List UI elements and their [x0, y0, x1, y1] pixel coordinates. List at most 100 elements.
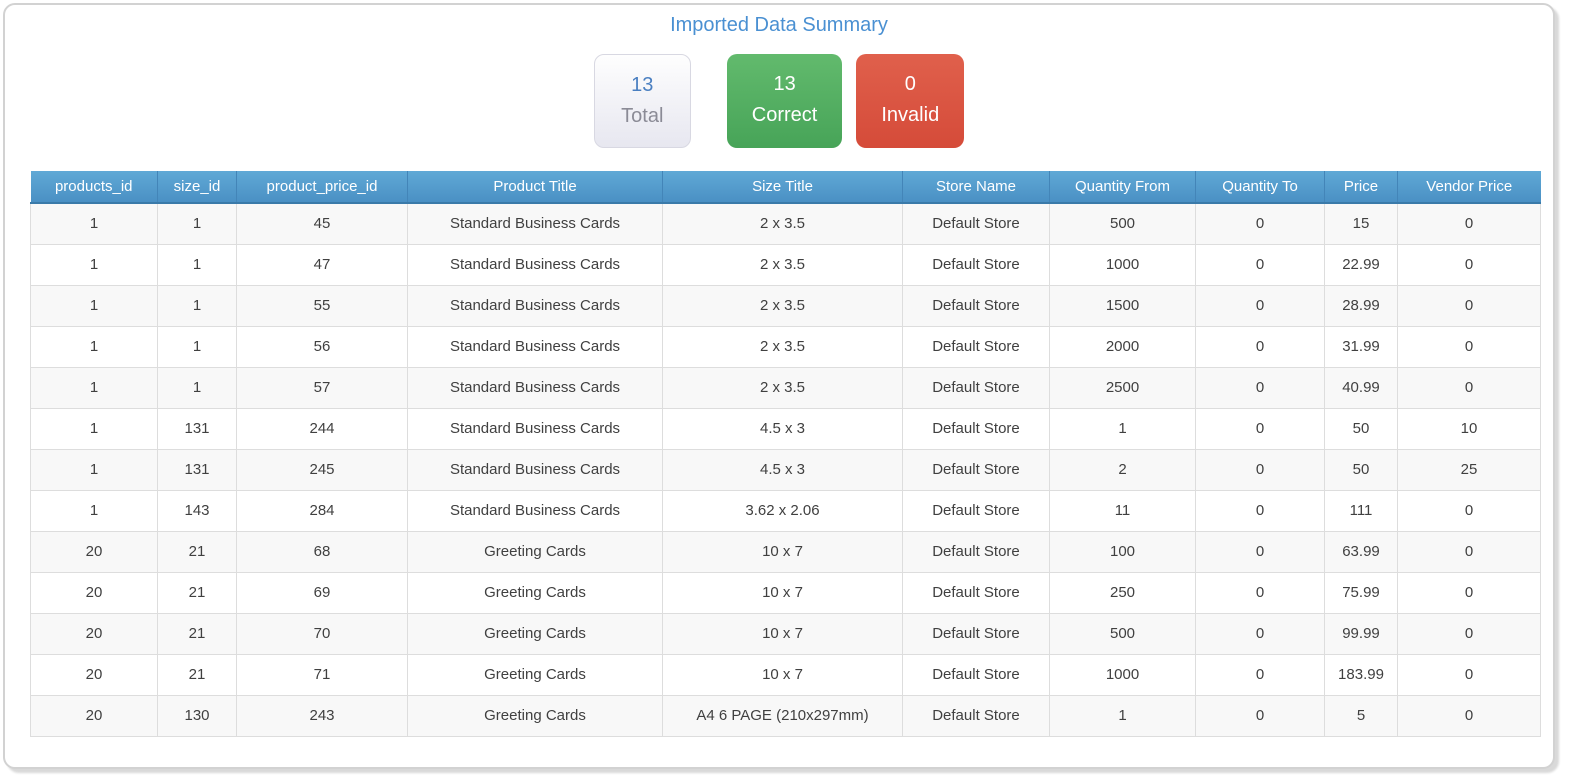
table-cell: 0: [1195, 202, 1325, 245]
table-cell: 1: [157, 367, 237, 409]
table-cell: 0: [1195, 490, 1325, 532]
table-cell: Standard Business Cards: [407, 490, 663, 532]
table-cell: 21: [157, 613, 237, 655]
table-cell: 130: [157, 695, 237, 737]
table-cell: 0: [1397, 613, 1541, 655]
table-cell: 1: [157, 202, 237, 245]
table-cell: 21: [157, 572, 237, 614]
table-cell: Default Store: [902, 572, 1050, 614]
table-cell: 50: [1324, 408, 1398, 450]
table-cell: Default Store: [902, 408, 1050, 450]
table-cell: 1: [30, 408, 158, 450]
table-cell: 5: [1324, 695, 1398, 737]
table-cell: Default Store: [902, 244, 1050, 286]
table-cell: Default Store: [902, 449, 1050, 491]
table-cell: 68: [236, 531, 408, 573]
invalid-label: Invalid: [881, 104, 940, 126]
table-cell: 56: [236, 326, 408, 368]
table-cell: 20: [30, 613, 158, 655]
total-label: Total: [621, 105, 664, 127]
table-row: 1 131 244 Standard Business Cards 4.5 x 3 Def…: [30, 408, 1541, 450]
table-row: 1 1 45 Standard Business Cards 2 x 3.5 Defaul…: [30, 202, 1541, 245]
table-row: 1 1 47 Standard Business Cards 2 x 3.5 Defaul…: [30, 244, 1541, 286]
table-cell: 1500: [1049, 285, 1196, 327]
correct-label: Correct: [751, 104, 818, 126]
table-cell: 0: [1397, 285, 1541, 327]
table-cell: 131: [157, 449, 237, 491]
table-cell: 70: [236, 613, 408, 655]
table-cell: Greeting Cards: [407, 572, 663, 614]
table-cell: 57: [236, 367, 408, 409]
table-cell: 1: [1049, 695, 1196, 737]
table-cell: 69: [236, 572, 408, 614]
table-cell: Greeting Cards: [407, 695, 663, 737]
table-cell: 0: [1195, 326, 1325, 368]
table-cell: 21: [157, 654, 237, 696]
table-cell: 244: [236, 408, 408, 450]
table-cell: 4.5 x 3: [662, 408, 903, 450]
table-cell: Default Store: [902, 367, 1050, 409]
correct-count: 13: [773, 73, 796, 95]
table-cell: 0: [1397, 244, 1541, 286]
table-row: 1 1 56 Standard Business Cards 2 x 3.5 Defaul…: [30, 326, 1541, 368]
invalid-count: 0: [904, 73, 916, 95]
column-header: size_id: [157, 171, 237, 204]
table-cell: 0: [1397, 572, 1541, 614]
table-cell: 1: [30, 285, 158, 327]
table-cell: 50: [1324, 449, 1398, 491]
column-header: product_price_id: [236, 171, 408, 204]
table-row: 1 1 55 Standard Business Cards 2 x 3.5 Defaul…: [30, 285, 1541, 327]
table-cell: Default Store: [902, 613, 1050, 655]
table-cell: 0: [1397, 531, 1541, 573]
table-cell: 20: [30, 695, 158, 737]
table-cell: Greeting Cards: [407, 531, 663, 573]
table-row: 1 1 57 Standard Business Cards 2 x 3.5 Defaul…: [30, 367, 1541, 409]
table-cell: 0: [1195, 531, 1325, 573]
table-cell: Greeting Cards: [407, 654, 663, 696]
correct-badge: 13 Correct: [726, 54, 843, 148]
table-cell: 131: [157, 408, 237, 450]
table-cell: 47: [236, 244, 408, 286]
table-cell: 2500: [1049, 367, 1196, 409]
total-badge: 13 Total: [593, 54, 691, 148]
table-cell: 0: [1195, 285, 1325, 327]
table-cell: 75.99: [1324, 572, 1398, 614]
table-cell: 63.99: [1324, 531, 1398, 573]
table-cell: 1: [30, 449, 158, 491]
table-cell: 1: [157, 285, 237, 327]
table-cell: 2 x 3.5: [662, 367, 903, 409]
table-cell: 100: [1049, 531, 1196, 573]
table-cell: 10 x 7: [662, 572, 903, 614]
column-header: Size Title: [662, 171, 903, 204]
table-row: 1 143 284 Standard Business Cards 3.62 x 2.0…: [30, 490, 1541, 532]
table-cell: 1000: [1049, 244, 1196, 286]
table-cell: 1: [157, 326, 237, 368]
table-body: 1 1 45 Standard Business Cards 2 x 3.5 Defaul…: [30, 202, 1541, 737]
invalid-badge: 0 Invalid: [856, 54, 965, 148]
column-header: Store Name: [902, 171, 1050, 204]
table-cell: 1: [30, 202, 158, 245]
table-cell: Default Store: [902, 695, 1050, 737]
table-cell: 0: [1195, 654, 1325, 696]
table-cell: 0: [1397, 654, 1541, 696]
table-cell: 500: [1049, 613, 1196, 655]
table-cell: 3.62 x 2.06: [662, 490, 903, 532]
table-cell: Standard Business Cards: [407, 408, 663, 450]
table-cell: Standard Business Cards: [407, 326, 663, 368]
table-cell: 10 x 7: [662, 654, 903, 696]
table-cell: Greeting Cards: [407, 613, 663, 655]
table-cell: 15: [1324, 202, 1398, 245]
table-cell: 2 x 3.5: [662, 244, 903, 286]
table-cell: 1: [1049, 408, 1196, 450]
table-cell: 10 x 7: [662, 613, 903, 655]
table-cell: 20: [30, 531, 158, 573]
table-cell: 111: [1324, 490, 1398, 532]
table-cell: 20: [30, 572, 158, 614]
table-cell: Standard Business Cards: [407, 285, 663, 327]
table-cell: 0: [1397, 367, 1541, 409]
imported-data-table: products_id size_id product_price_id Produc…: [30, 171, 1541, 737]
column-header: Vendor Price: [1397, 171, 1541, 204]
table-row: 1 131 245 Standard Business Cards 4.5 x 3 Def…: [30, 449, 1541, 491]
table-cell: 500: [1049, 202, 1196, 245]
table-row: 20 21 68 Greeting Cards 10 x 7 Default Store 1…: [30, 531, 1541, 573]
